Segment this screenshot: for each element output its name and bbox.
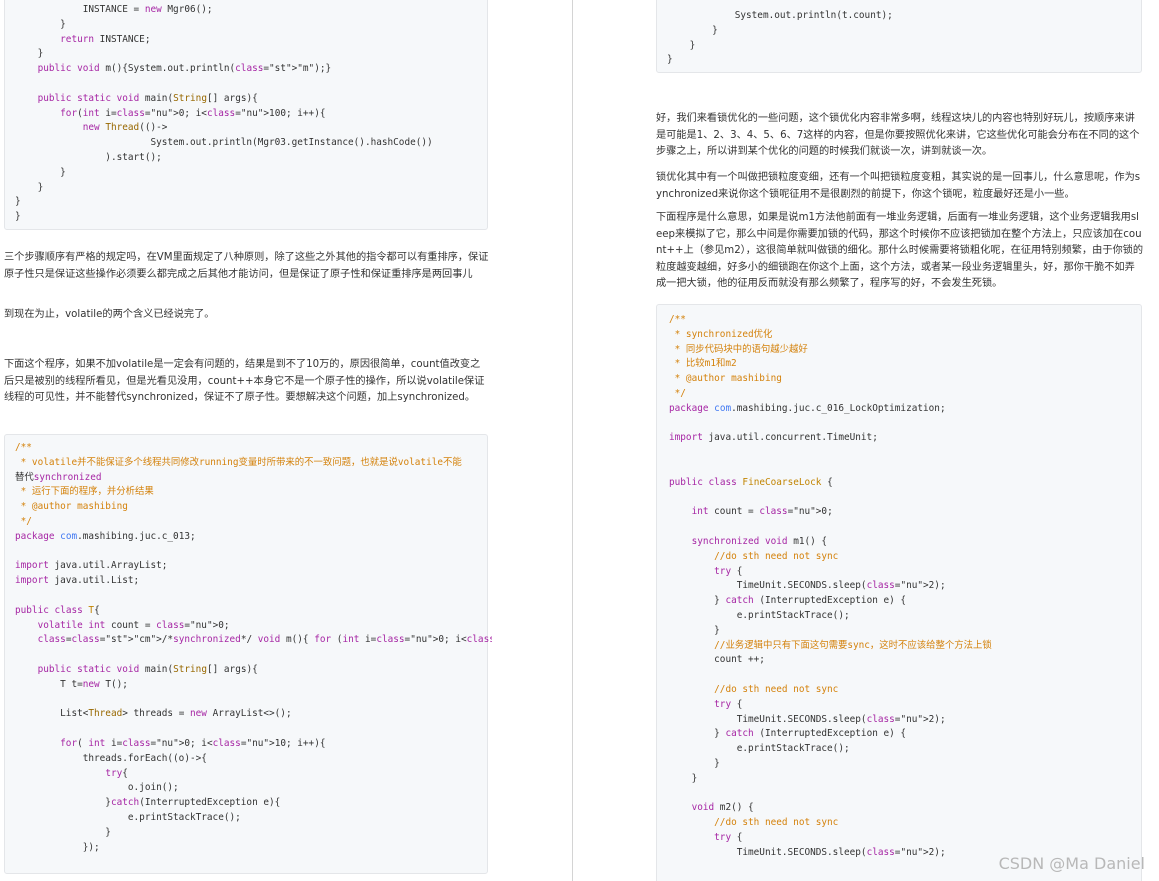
code-line: e.printStackTrace();	[669, 743, 850, 755]
code-line: }	[15, 826, 111, 838]
code-line: package com.mashibing.juc.c_013;	[15, 530, 196, 542]
code-line: for( int i=class="nu">0; i<class="nu">10…	[60, 737, 326, 749]
right-page: System.out.println(t.count); } }} 好，我们来看…	[656, 0, 1146, 881]
code-line: }	[667, 54, 673, 66]
csdn-watermark: CSDN @Ma Daniel	[998, 854, 1145, 873]
code-line: //do sth need not sync	[669, 817, 839, 829]
paragraph-reordering: 三个步骤顺序有严格的规定吗，在VM里面规定了八种原则，除了这些之外其他的指令都可…	[4, 252, 489, 280]
code-line: });	[15, 841, 100, 853]
code-line: }	[669, 624, 720, 636]
code-line: * synchronized优化	[669, 328, 773, 340]
code-line: int count = class="nu">0;	[691, 506, 833, 518]
code-line: public class FineCoarseLock {	[669, 476, 833, 488]
code-line: TimeUnit.SECONDS.sleep(class="nu">2);	[669, 713, 946, 725]
code-line: synchronized void m1() {	[691, 535, 828, 547]
code-line: threads.forEach((o)->{	[15, 752, 207, 764]
code-line: void m2() {	[691, 802, 754, 814]
code-line: public class T{	[15, 604, 100, 616]
code-line: import java.util.ArrayList;	[15, 560, 168, 572]
code-line: import java.util.concurrent.TimeUnit;	[669, 432, 878, 444]
paragraph-volatile-problem: 下面这个程序，如果不加volatile是一定会有问题的，结果是到不了10万的，原…	[4, 359, 485, 404]
paragraph-lock-optimization-intro: 好，我们来看锁优化的一些问题，这个锁优化内容非常多啊，线程这块儿的内容也特别好玩…	[656, 113, 1140, 158]
code-line: ​	[669, 461, 1141, 476]
code-line: ).start();	[15, 151, 162, 163]
code-line: ​	[669, 446, 1141, 461]
code-line: volatile int count = class="nu">0;	[37, 619, 230, 631]
code-line: }	[15, 181, 44, 193]
code-line: try {	[714, 698, 743, 710]
code-line: count ++;	[669, 654, 765, 666]
code-line: /**	[15, 442, 32, 453]
code-line: ​	[15, 545, 487, 560]
code-line: * 运行下面的程序，并分析结果	[15, 486, 154, 498]
code-line: }	[15, 196, 21, 208]
code-line: }	[15, 211, 21, 223]
paragraph-volatile-summary: 到现在为止，volatile的两个含义已经说完了。	[4, 309, 215, 320]
code-block-singleton: INSTANCE = new Mgr06(); } return INSTANC…	[4, 0, 488, 230]
paragraph-fine-coarse-explanation: 下面程序是什么意思，如果是说m1方法他前面有一堆业务逻辑，后面有一堆业务逻辑，这…	[656, 212, 1144, 290]
code-line: ​	[669, 417, 1141, 432]
code-line: TimeUnit.SECONDS.sleep(class="nu">2);	[669, 580, 946, 592]
code-line: class=class="st">"cm">/*synchronized*/ v…	[37, 634, 492, 646]
paragraph-lock-granularity: 锁优化其中有一个叫做把锁粒度变细，还有一个叫把锁粒度变粗，其实说的是一回事儿，什…	[656, 172, 1141, 200]
code-line: } catch (InterruptedException e) {	[669, 728, 907, 740]
code-line: ​	[669, 668, 1141, 683]
code-line: //业务逻辑中只有下面这句需要sync，这时不应该给整个方法上锁	[669, 639, 992, 651]
code-line: ​	[669, 491, 1141, 506]
code-line: try{	[105, 767, 128, 779]
code-line: ​	[15, 77, 487, 92]
code-line: INSTANCE = new Mgr06();	[15, 4, 213, 15]
code-line: }	[667, 24, 718, 36]
code-line: * @author mashibing	[15, 501, 128, 513]
code-line: } catch (InterruptedException e) {	[669, 595, 907, 607]
code-line: public static void main(String[] args){	[37, 92, 258, 104]
code-line: }	[15, 48, 44, 60]
code-block-print-count: System.out.println(t.count); } }}	[656, 0, 1142, 73]
code-line: }catch(InterruptedException e){	[15, 797, 281, 809]
left-page: INSTANCE = new Mgr06(); } return INSTANC…	[0, 0, 492, 881]
code-line: ​	[15, 589, 487, 604]
code-block-volatile-demo: /** * volatile并不能保证多个线程共同修改running变量时所带来…	[4, 434, 492, 874]
code-line: o.join();	[15, 782, 179, 794]
code-line: 替代synchronized	[15, 471, 102, 483]
code-line: new Thread(()->	[82, 122, 168, 134]
code-line: //do sth need not sync	[669, 683, 839, 695]
code-line: T t=new T();	[15, 678, 128, 690]
code-line: try {	[714, 565, 743, 577]
code-line: e.printStackTrace();	[15, 811, 241, 823]
code-line: /**	[669, 314, 686, 325]
code-line: */	[669, 387, 686, 399]
code-line: package com.mashibing.juc.c_016_LockOpti…	[669, 402, 946, 414]
code-line: ​	[669, 520, 1141, 535]
code-line: List<Thread> threads = new ArrayList<>()…	[15, 708, 292, 720]
code-line: * volatile并不能保证多个线程共同修改running变量时所带来的不一致…	[15, 456, 462, 468]
code-line: }	[669, 772, 698, 784]
code-line: }	[15, 166, 66, 178]
code-line: }	[669, 757, 720, 769]
code-line: */	[15, 515, 32, 527]
code-line: public void m(){System.out.println(class…	[37, 63, 332, 75]
code-line: }	[15, 18, 66, 30]
code-line: ​	[15, 648, 487, 663]
code-line: * 比较m1和m2	[669, 358, 737, 370]
code-line: //do sth need not sync	[669, 550, 839, 562]
code-line: for(int i=class="nu">0; i<class="nu">100…	[60, 107, 326, 119]
code-line: * 同步代码块中的语句越少越好	[669, 343, 808, 355]
code-line: System.out.println(t.count);	[667, 10, 893, 21]
code-line: e.printStackTrace();	[669, 609, 850, 621]
code-line: * @author mashibing	[669, 373, 782, 385]
code-line: try {	[714, 831, 743, 843]
code-block-fine-coarse-lock: /** * synchronized优化 * 同步代码块中的语句越少越好 * 比…	[656, 304, 1142, 881]
code-line: ​	[15, 693, 487, 708]
code-line: ​	[669, 787, 1141, 802]
code-line: return INSTANCE;	[60, 33, 151, 45]
code-line: System.out.println(Mgr03.getInstance().h…	[15, 137, 433, 149]
code-line: import java.util.List;	[15, 575, 140, 587]
page-divider	[572, 0, 573, 881]
code-line: public static void main(String[] args){	[37, 663, 258, 675]
code-line: ​	[15, 722, 487, 737]
code-line: }	[667, 39, 696, 51]
